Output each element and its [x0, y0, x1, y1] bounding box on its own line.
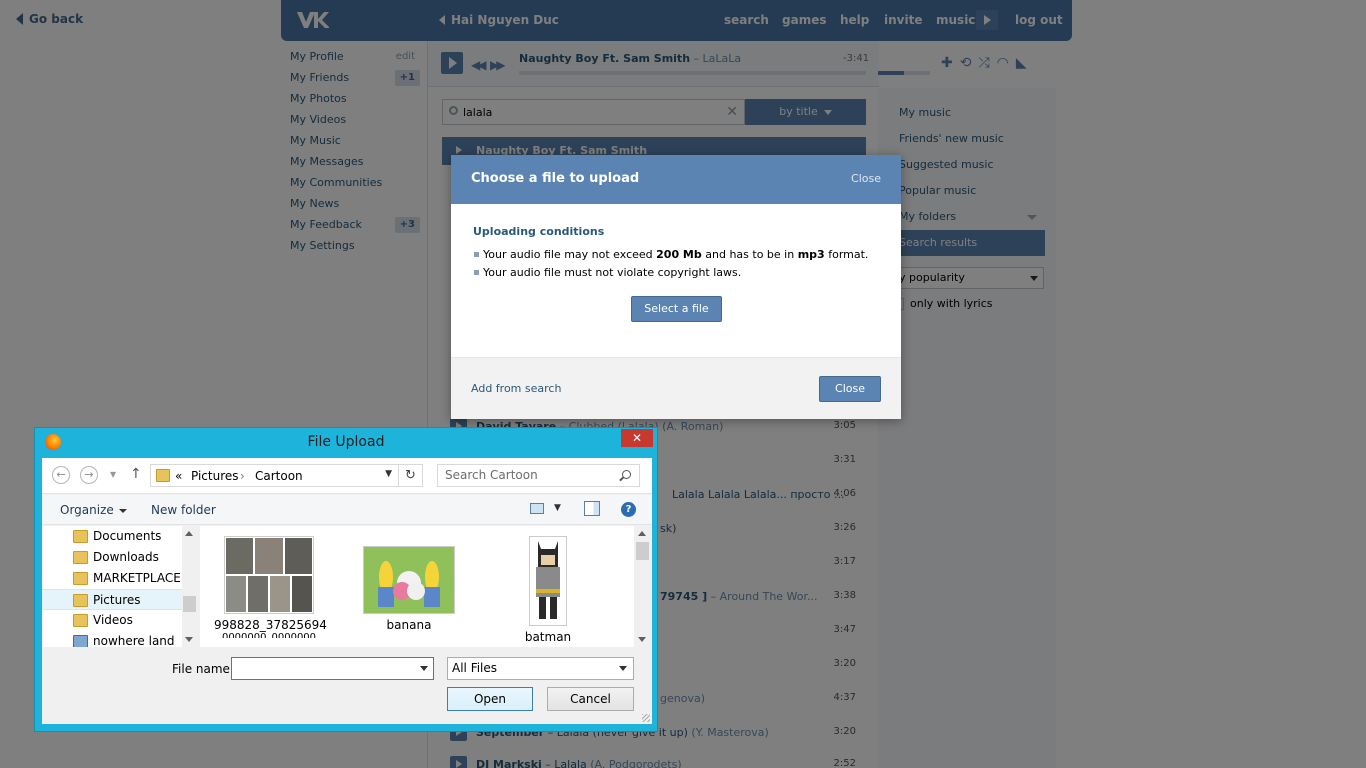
help-icon[interactable]: ?	[621, 502, 636, 517]
tree-item-label: Documents	[93, 529, 162, 543]
upload-modal: Choose a file to upload Close Uploading …	[451, 155, 901, 419]
tree-item-pictures[interactable]: Pictures	[42, 589, 182, 610]
scroll-thumb[interactable]	[183, 596, 196, 612]
new-folder-button[interactable]: New folder	[151, 503, 216, 517]
view-dropdown-icon[interactable]: ▼	[554, 503, 561, 513]
batman-thumbnail	[529, 536, 567, 626]
file-name-input[interactable]	[231, 657, 434, 680]
file-name: 998828_37825694	[214, 618, 327, 632]
organize-menu[interactable]: Organize	[60, 503, 127, 517]
file-upload-dialog: File Upload ✕ ← → ▼ ↑ « Pictures › Carto…	[34, 427, 658, 732]
back-icon[interactable]: ←	[52, 466, 70, 484]
folder-search-input[interactable]: Search Cartoon	[437, 464, 640, 487]
scroll-thumb[interactable]	[636, 542, 649, 560]
condition-copyright: Your audio file must not violate copyrig…	[473, 266, 742, 279]
up-icon[interactable]: ↑	[130, 466, 142, 482]
file-name: batman	[524, 630, 572, 644]
breadcrumb-separator: ›	[240, 469, 245, 483]
search-icon	[622, 470, 631, 479]
dialog-close-button[interactable]: ✕	[621, 429, 653, 447]
tree-item-videos[interactable]: Videos	[42, 610, 182, 631]
tree-item-label: MARKETPLACE	[93, 571, 181, 585]
collage-thumbnail	[224, 536, 314, 614]
banana-thumbnail	[363, 546, 455, 614]
tree-item-label: nowhere land (C:	[93, 634, 175, 647]
preview-pane-icon[interactable]	[584, 501, 600, 516]
select-file-button[interactable]: Select a file	[631, 296, 722, 322]
breadcrumb-overflow[interactable]: «	[175, 469, 182, 483]
folder-icon	[73, 614, 88, 627]
modal-header: Choose a file to upload Close	[451, 155, 901, 204]
recent-dropdown-icon[interactable]: ▼	[110, 470, 116, 479]
folder-icon	[73, 572, 88, 585]
folder-icon	[73, 530, 88, 543]
open-button[interactable]: Open	[447, 687, 533, 711]
folder-icon	[73, 594, 88, 607]
dialog-toolbar: Organize New folder ▼ ?	[42, 495, 652, 525]
breadcrumb-pictures[interactable]: Pictures	[191, 469, 239, 483]
drive-icon	[73, 635, 88, 647]
tree-item-downloads[interactable]: Downloads	[42, 547, 182, 568]
cond-text: format.	[824, 248, 869, 261]
file-list: 998828_37825694 0000000_0000000 banana b…	[200, 526, 634, 647]
modal-close-button[interactable]: Close	[819, 376, 881, 402]
cond-format: mp3	[797, 248, 825, 261]
folder-icon	[73, 551, 88, 564]
file-name-label: File name:	[172, 662, 234, 676]
tree-scrollbar[interactable]	[182, 526, 197, 647]
breadcrumb-cartoon[interactable]: Cartoon	[255, 469, 303, 483]
address-bar[interactable]: « Pictures › Cartoon ▼	[150, 464, 399, 487]
file-type-select[interactable]: All Files	[447, 657, 634, 680]
files-scrollbar[interactable]	[634, 526, 651, 647]
address-row: ← → ▼ ↑ « Pictures › Cartoon ▼ ↻ Search …	[42, 458, 652, 494]
cond-size: 200 Mb	[656, 248, 702, 261]
tree-item-label: Videos	[93, 613, 133, 627]
scroll-down-icon[interactable]	[638, 637, 646, 642]
tree-item-label: Pictures	[93, 593, 141, 607]
search-placeholder: Search Cartoon	[445, 468, 538, 482]
cancel-button[interactable]: Cancel	[547, 687, 634, 711]
add-from-search-link[interactable]: Add from search	[471, 382, 561, 395]
resize-grip-icon[interactable]	[642, 714, 650, 722]
dialog-title: File Upload	[307, 434, 385, 450]
scroll-up-icon[interactable]	[185, 531, 193, 536]
tree-item-label: Downloads	[93, 550, 159, 564]
scroll-up-icon[interactable]	[638, 531, 646, 536]
address-dropdown-icon[interactable]: ▼	[385, 469, 392, 479]
modal-footer: Add from search Close	[451, 357, 901, 419]
tree-item-marketplace[interactable]: MARKETPLACE	[42, 568, 182, 589]
forward-icon[interactable]: →	[80, 466, 98, 484]
condition-size: Your audio file may not exceed 200 Mb an…	[473, 248, 869, 261]
tree-item-drive-c[interactable]: nowhere land (C:	[42, 631, 182, 647]
folder-tree: Documents Downloads MARKETPLACE Pictures…	[42, 526, 197, 647]
file-item-batman[interactable]: batman	[493, 536, 603, 644]
refresh-icon[interactable]: ↻	[399, 464, 423, 487]
file-name: banana	[386, 618, 432, 632]
modal-close-link[interactable]: Close	[851, 172, 881, 185]
conditions-title: Uploading conditions	[473, 225, 605, 238]
dialog-body: ← → ▼ ↑ « Pictures › Cartoon ▼ ↻ Search …	[42, 458, 652, 724]
cond-text: Your audio file may not exceed	[483, 248, 657, 261]
file-item-photo-collage[interactable]: 998828_37825694 0000000_0000000	[214, 536, 327, 638]
file-name-continued: 0000000_0000000	[221, 632, 317, 638]
scroll-down-icon[interactable]	[185, 637, 193, 642]
file-item-banana[interactable]: banana	[354, 536, 464, 632]
folder-icon	[156, 469, 170, 482]
tree-item-documents[interactable]: Documents	[42, 526, 182, 547]
cond-text: and has to be in	[701, 248, 798, 261]
modal-title: Choose a file to upload	[471, 171, 640, 186]
view-icon[interactable]	[530, 503, 544, 514]
